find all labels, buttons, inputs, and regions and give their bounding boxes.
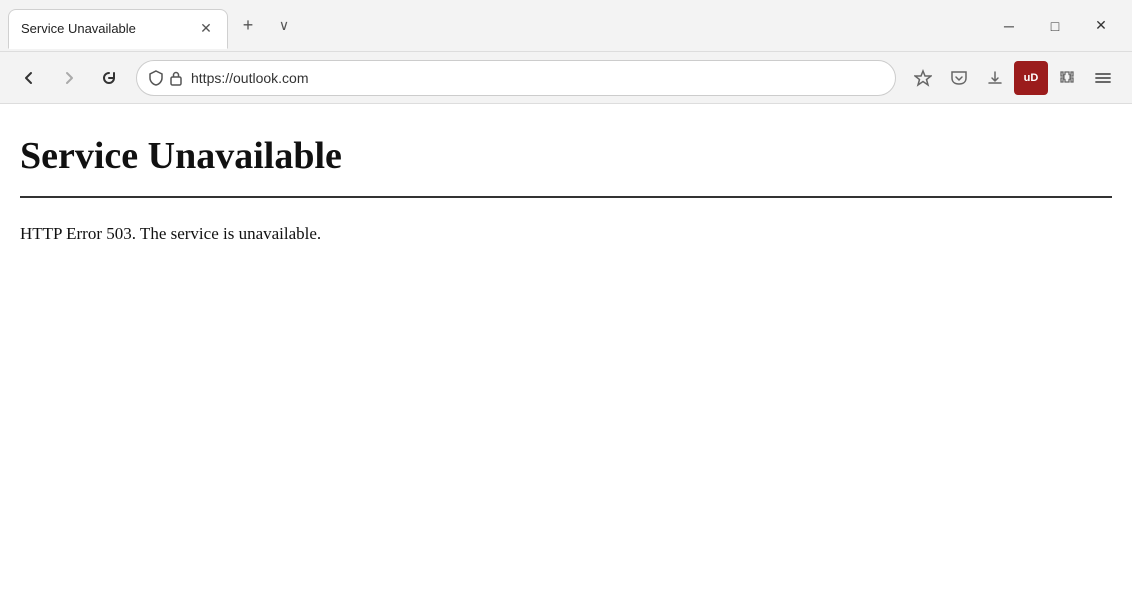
refresh-icon xyxy=(101,70,117,86)
menu-button[interactable] xyxy=(1086,61,1120,95)
tab-dropdown-button[interactable]: ∨ xyxy=(268,10,300,42)
address-bar-icons xyxy=(149,70,183,86)
ublock-label: uD xyxy=(1024,72,1039,84)
forward-icon xyxy=(61,70,77,86)
maximize-button[interactable]: □ xyxy=(1032,10,1078,42)
tab-title: Service Unavailable xyxy=(21,21,189,36)
download-icon xyxy=(986,69,1004,87)
hamburger-icon xyxy=(1094,69,1112,87)
forward-button[interactable] xyxy=(52,61,86,95)
pocket-icon xyxy=(950,69,968,87)
minimize-button[interactable]: ─ xyxy=(986,10,1032,42)
back-button[interactable] xyxy=(12,61,46,95)
address-bar[interactable]: https://outlook.com xyxy=(136,60,896,96)
address-text: https://outlook.com xyxy=(191,70,883,86)
new-tab-button[interactable]: + xyxy=(232,10,264,42)
pocket-button[interactable] xyxy=(942,61,976,95)
back-icon xyxy=(21,70,37,86)
extension-button[interactable] xyxy=(1050,61,1084,95)
error-body: HTTP Error 503. The service is unavailab… xyxy=(20,224,1112,244)
toolbar-right: uD xyxy=(906,61,1120,95)
active-tab[interactable]: Service Unavailable ✕ xyxy=(8,9,228,49)
shield-icon xyxy=(149,70,163,86)
bookmark-button[interactable] xyxy=(906,61,940,95)
error-divider xyxy=(20,196,1112,198)
star-icon xyxy=(914,69,932,87)
puzzle-icon xyxy=(1058,69,1076,87)
page-content: Service Unavailable HTTP Error 503. The … xyxy=(0,104,1132,610)
window-close-button[interactable]: ✕ xyxy=(1078,10,1124,42)
title-bar: Service Unavailable ✕ + ∨ ─ □ ✕ xyxy=(0,0,1132,52)
download-button[interactable] xyxy=(978,61,1012,95)
ublock-button[interactable]: uD xyxy=(1014,61,1048,95)
refresh-button[interactable] xyxy=(92,61,126,95)
tab-close-button[interactable]: ✕ xyxy=(197,20,215,38)
lock-icon xyxy=(169,70,183,86)
nav-bar: https://outlook.com uD xyxy=(0,52,1132,104)
window-controls: ─ □ ✕ xyxy=(986,10,1124,42)
error-heading: Service Unavailable xyxy=(20,134,1112,178)
